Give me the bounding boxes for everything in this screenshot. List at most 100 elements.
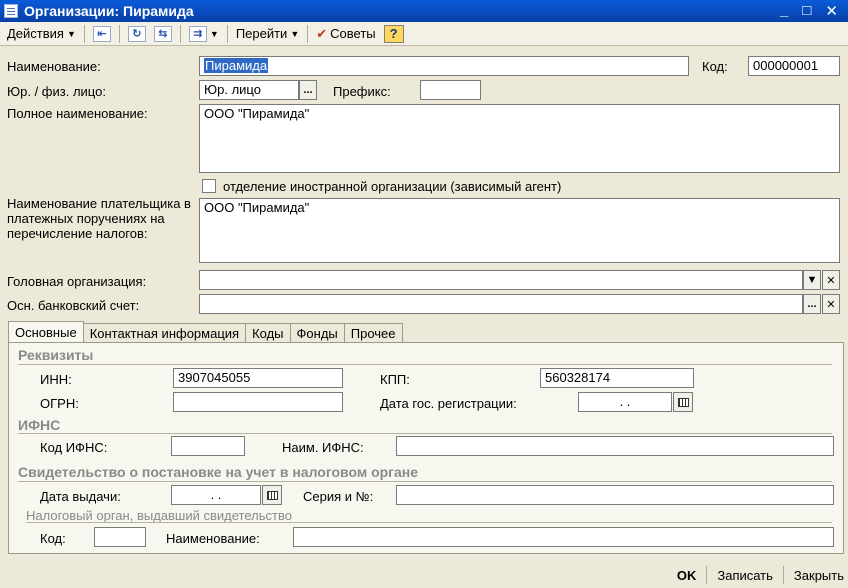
full-name-textarea[interactable]: ООО "Пирамида" xyxy=(199,104,840,173)
toolbar-separator xyxy=(118,24,120,43)
bank-account-label: Осн. банковский счет: xyxy=(7,298,140,313)
entity-type-label: Юр. / физ. лицо: xyxy=(7,84,106,99)
series-number-input[interactable] xyxy=(396,485,834,505)
code-input[interactable]: 000000001 xyxy=(748,56,840,76)
authority-name-label: Наименование: xyxy=(166,531,260,546)
authority-code-input[interactable] xyxy=(94,527,146,547)
tab-codes[interactable]: Коды xyxy=(245,323,291,343)
section-divider xyxy=(18,364,832,365)
tab-funds[interactable]: Фонды xyxy=(289,323,345,343)
checkmark-icon: ✔ xyxy=(316,25,328,41)
close-window-button[interactable]: ✕ xyxy=(825,2,838,20)
tips-label: Советы xyxy=(330,26,376,41)
section-divider xyxy=(18,433,832,434)
parent-org-dropdown-button[interactable]: ▼ xyxy=(803,270,821,290)
tab-contacts[interactable]: Контактная информация xyxy=(82,323,247,343)
tab-main[interactable]: Основные xyxy=(8,321,84,343)
refresh-button[interactable]: ↻ xyxy=(124,24,150,44)
name-label: Наименование: xyxy=(7,59,101,74)
entity-type-input[interactable]: Юр. лицо xyxy=(199,80,299,100)
refresh-icon: ↻ xyxy=(127,25,146,42)
toolbar-separator xyxy=(226,24,228,43)
reg-date-input[interactable]: . . xyxy=(578,392,672,412)
toolbar-separator xyxy=(179,24,181,43)
issue-date-label: Дата выдачи: xyxy=(40,489,121,504)
ifns-section-title: ИФНС xyxy=(18,417,61,433)
bank-account-input[interactable] xyxy=(199,294,803,314)
title-bar: Организации: Пирамида _ □ ✕ xyxy=(0,0,848,22)
structure-icon: ⇆ xyxy=(153,25,172,42)
issue-date-input[interactable]: . . xyxy=(171,485,261,505)
dropdown-arrow-icon: ▼ xyxy=(209,28,219,39)
parent-org-label: Головная организация: xyxy=(7,274,147,289)
actions-menu-label: Действия xyxy=(7,26,64,41)
toolbar: Действия ▼ ⇤ ↻ ⇆ ⇉ ▼ Перейти ▼ ✔ Советы ? xyxy=(0,22,848,46)
kpp-input[interactable]: 560328174 xyxy=(540,368,694,388)
goto-menu[interactable]: Перейти ▼ xyxy=(232,24,303,44)
payer-name-textarea[interactable]: ООО "Пирамида" xyxy=(199,198,840,263)
name-input[interactable]: Пирамида xyxy=(199,56,689,76)
calendar-icon xyxy=(677,397,689,407)
inn-input[interactable]: 3907045055 xyxy=(173,368,343,388)
enter-based-button[interactable]: ⇉ ▼ xyxy=(185,24,223,44)
full-name-label: Полное наименование: xyxy=(7,106,148,121)
issue-date-calendar-button[interactable] xyxy=(262,485,282,505)
requisites-section-title: Реквизиты xyxy=(18,347,94,363)
minimize-button[interactable]: _ xyxy=(780,2,788,20)
document-icon xyxy=(4,4,18,18)
section-divider xyxy=(26,522,832,523)
authority-code-label: Код: xyxy=(40,531,66,546)
entity-type-select-button[interactable]: ... xyxy=(299,80,317,100)
authority-subsection-title: Налоговый орган, выдавший свидетельство xyxy=(26,508,292,523)
clear-icon: ✕ xyxy=(826,298,836,311)
goto-menu-label: Перейти xyxy=(235,26,288,41)
back-button[interactable]: ⇤ xyxy=(89,24,115,44)
foreign-branch-label: отделение иностранной организации (завис… xyxy=(223,179,562,194)
ifns-name-label: Наим. ИФНС: xyxy=(282,440,364,455)
bank-account-clear-button[interactable]: ✕ xyxy=(822,294,840,314)
toolbar-separator xyxy=(307,24,309,43)
prefix-label: Префикс: xyxy=(333,84,391,99)
bank-account-select-button[interactable]: ... xyxy=(803,294,821,314)
authority-name-input[interactable] xyxy=(293,527,834,547)
tab-other[interactable]: Прочее xyxy=(343,323,403,343)
dropdown-arrow-icon: ▼ xyxy=(66,28,76,39)
calendar-icon xyxy=(266,490,278,500)
code-label: Код: xyxy=(702,59,728,74)
bottom-button-bar: OK Записать Закрыть xyxy=(0,562,848,588)
close-button[interactable]: Закрыть xyxy=(784,568,848,583)
chevron-down-icon: ▼ xyxy=(806,274,818,286)
ifns-code-label: Код ИФНС: xyxy=(40,440,108,455)
ok-button[interactable]: OK xyxy=(667,568,707,583)
payer-name-label: Наименование плательщика в платежных пор… xyxy=(7,196,191,241)
ogrn-input[interactable] xyxy=(173,392,343,412)
inn-label: ИНН: xyxy=(40,372,72,387)
structure-button[interactable]: ⇆ xyxy=(150,24,176,44)
ogrn-label: ОГРН: xyxy=(40,396,79,411)
clear-icon: ✕ xyxy=(826,274,836,287)
certificate-section-title: Свидетельство о постановке на учет в нал… xyxy=(18,464,419,480)
prefix-input[interactable] xyxy=(420,80,481,100)
parent-org-input[interactable] xyxy=(199,270,803,290)
reg-date-calendar-button[interactable] xyxy=(673,392,693,412)
parent-org-clear-button[interactable]: ✕ xyxy=(822,270,840,290)
ifns-name-input[interactable] xyxy=(396,436,834,456)
tab-bar: Основные Контактная информация Коды Фонд… xyxy=(8,321,403,343)
help-icon: ? xyxy=(383,24,404,43)
save-button[interactable]: Записать xyxy=(707,568,783,583)
enter-based-icon: ⇉ xyxy=(188,25,207,42)
actions-menu[interactable]: Действия ▼ xyxy=(3,24,80,44)
toolbar-separator xyxy=(83,24,85,43)
series-number-label: Серия и №: xyxy=(303,489,374,504)
arrow-left-icon: ⇤ xyxy=(92,25,111,42)
window-title: Организации: Пирамида xyxy=(24,3,194,19)
ellipsis-icon: ... xyxy=(303,84,313,96)
section-divider xyxy=(18,481,832,482)
ifns-code-input[interactable] xyxy=(171,436,245,456)
maximize-button[interactable]: □ xyxy=(802,2,811,20)
tips-button[interactable]: ✔ Советы xyxy=(312,24,379,44)
reg-date-label: Дата гос. регистрации: xyxy=(380,396,517,411)
help-button[interactable]: ? xyxy=(380,24,408,44)
foreign-branch-checkbox[interactable] xyxy=(202,179,216,193)
name-value: Пирамида xyxy=(204,58,269,73)
